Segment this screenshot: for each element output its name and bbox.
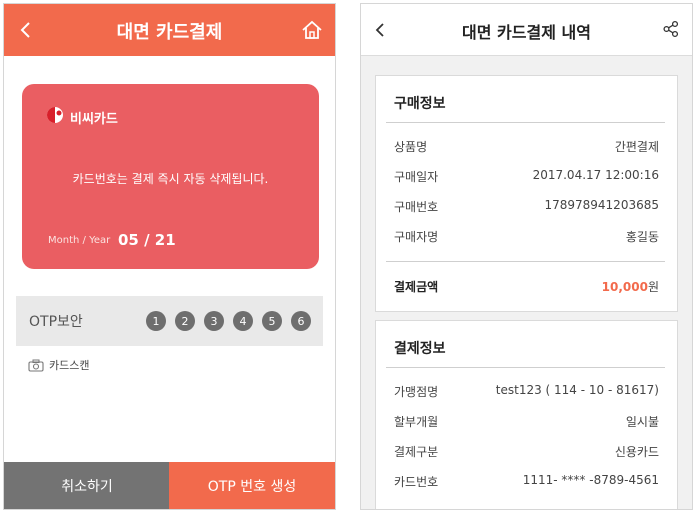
otp-digit: 1	[146, 311, 166, 331]
info-row: 구매번호 178978941203685	[394, 198, 659, 216]
row-label: 카드번호	[394, 475, 439, 489]
page-title: 대면 카드결제 내역	[462, 23, 591, 42]
total-value: 10,000원	[602, 278, 659, 295]
header-bar: 대면 카드결제	[4, 4, 335, 56]
card-payment-screen: 대면 카드결제 비씨카드 카드번호는 결제 즉시 자동 삭제됩니다. Month…	[3, 3, 336, 510]
row-label: 상품명	[394, 140, 428, 154]
purchase-info-panel: 구매정보 상품명 간편결제 구매일자 2017.04.17 12:00:16 구…	[375, 75, 678, 312]
page-title: 대면 카드결제	[116, 22, 223, 43]
row-value: 2017.04.17 12:00:16	[532, 168, 659, 182]
section-title: 구매정보	[394, 96, 446, 112]
otp-digit: 4	[233, 311, 253, 331]
cancel-button[interactable]: 취소하기	[4, 462, 170, 509]
home-icon[interactable]	[299, 17, 325, 43]
card-brand-name: 비씨카드	[70, 112, 118, 127]
info-row: 결제구분 신용카드	[394, 443, 659, 461]
share-icon[interactable]	[662, 20, 680, 38]
info-row: 구매일자 2017.04.17 12:00:16	[394, 168, 659, 186]
row-value: 일시불	[625, 415, 659, 429]
divider	[386, 367, 665, 368]
divider	[386, 261, 665, 262]
row-value: test123 ( 114 - 10 - 81617)	[495, 383, 659, 397]
generate-otp-button[interactable]: OTP 번호 생성	[169, 462, 335, 509]
expiry-label: Month / Year	[48, 235, 111, 246]
divider	[386, 122, 665, 123]
section-title: 결제정보	[394, 341, 446, 357]
row-label: 구매자명	[394, 230, 439, 244]
card-scan-button[interactable]: 카드스캔	[28, 357, 89, 373]
row-label: 할부개월	[394, 415, 439, 429]
otp-digits: 1 2 3 4 5 6	[146, 311, 311, 331]
camera-icon	[28, 359, 44, 372]
row-label: 구매일자	[394, 170, 439, 184]
otp-digit: 2	[175, 311, 195, 331]
card-notice-text: 카드번호는 결제 즉시 자동 삭제됩니다.	[72, 172, 269, 186]
row-value: 신용카드	[614, 445, 659, 459]
otp-label: OTP보안	[29, 314, 83, 330]
info-row: 상품명 간편결제	[394, 138, 659, 156]
payment-card: 비씨카드 카드번호는 결제 즉시 자동 삭제됩니다. Month / Year …	[22, 84, 319, 269]
row-value: 1111- **** -8789-4561	[522, 473, 659, 487]
row-label: 결제구분	[394, 445, 439, 459]
total-row: 결제금액 10,000원	[394, 278, 659, 296]
otp-digit: 3	[204, 311, 224, 331]
expiry-value: 05 / 21	[118, 231, 176, 249]
bc-card-logo-icon	[47, 107, 63, 123]
row-value: 홍길동	[625, 230, 659, 244]
row-label: 구매번호	[394, 200, 439, 214]
info-row: 구매자명 홍길동	[394, 228, 659, 246]
otp-security-bar: OTP보안 1 2 3 4 5 6	[16, 296, 323, 346]
total-unit: 원	[647, 280, 659, 294]
row-value: 178978941203685	[544, 198, 659, 212]
total-amount: 10,000	[601, 280, 648, 294]
info-row: 할부개월 일시불	[394, 413, 659, 431]
total-label: 결제금액	[394, 280, 439, 294]
info-row: 가맹점명 test123 ( 114 - 10 - 81617)	[394, 383, 659, 401]
header-bar: 대면 카드결제 내역	[361, 4, 692, 56]
row-label: 가맹점명	[394, 385, 439, 399]
payment-info-panel: 결제정보 가맹점명 test123 ( 114 - 10 - 81617) 할부…	[375, 320, 678, 509]
otp-digit: 5	[262, 311, 282, 331]
otp-digit: 6	[291, 311, 311, 331]
card-scan-label: 카드스캔	[49, 359, 90, 372]
payment-history-screen: 대면 카드결제 내역 구매정보 상품명 간편결제 구매일자 2017.04.17…	[360, 3, 693, 510]
row-value: 간편결제	[614, 140, 659, 154]
info-row: 카드번호 1111- **** -8789-4561	[394, 473, 659, 491]
